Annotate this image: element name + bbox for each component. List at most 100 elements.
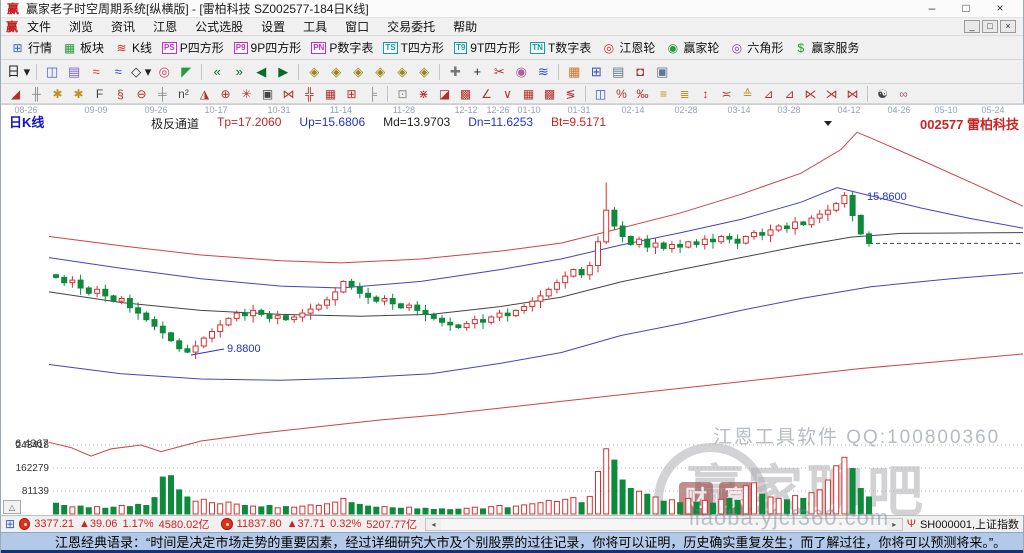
tool-bowtie-icon[interactable]: ⋈ bbox=[842, 86, 863, 102]
menu-item-10[interactable]: 帮助 bbox=[444, 18, 486, 35]
drag-hand-icon[interactable]: ✚ bbox=[444, 62, 466, 81]
gann-wheel-button[interactable]: ◎江恩轮 bbox=[596, 37, 660, 58]
draw-grid-icon[interactable]: ╫ bbox=[26, 86, 47, 102]
scroll-left-button[interactable]: ◂ bbox=[426, 519, 441, 530]
tool-updown-icon[interactable]: ↕ bbox=[695, 86, 716, 102]
infinity-icon[interactable]: ∞ bbox=[893, 86, 914, 102]
draw-angle-icon[interactable]: ◮ bbox=[194, 86, 215, 102]
sectors-button[interactable]: ▦板块 bbox=[57, 37, 109, 58]
t9-square-button[interactable]: T99T四方形 bbox=[449, 37, 525, 58]
tool-levels2-icon[interactable]: ≣ bbox=[674, 86, 695, 102]
notes-icon[interactable]: ▤ bbox=[607, 62, 629, 81]
draw-circle-icon[interactable]: ⊕ bbox=[215, 86, 236, 102]
gann-diamond-5[interactable]: ◈ bbox=[391, 62, 413, 81]
menu-item-5[interactable]: 公式选股 bbox=[186, 18, 252, 35]
cut-icon[interactable]: ✂ bbox=[488, 62, 510, 81]
hexagon-button[interactable]: ◎六角形 bbox=[724, 37, 788, 58]
menu-item-3[interactable]: 资讯 bbox=[102, 18, 144, 35]
draw-square-n2-icon[interactable]: n² bbox=[173, 86, 194, 102]
draw-tick-icon[interactable]: ╞ bbox=[362, 86, 383, 102]
menu-item-1[interactable]: 文件 bbox=[18, 18, 60, 35]
draw-star-icon[interactable]: ✱ bbox=[47, 86, 68, 102]
draw-angle2-icon[interactable]: ∠ bbox=[476, 86, 497, 102]
prev-bar-button[interactable]: ◀ bbox=[250, 62, 272, 81]
menu-item-4[interactable]: 江恩 bbox=[144, 18, 186, 35]
scrollbar-track[interactable] bbox=[441, 519, 887, 530]
calculator-icon[interactable]: ⊞ bbox=[585, 62, 607, 81]
menu-item-9[interactable]: 交易委托 bbox=[378, 18, 444, 35]
draw-wave-icon[interactable]: ⋈ bbox=[278, 86, 299, 102]
draw-hatch-icon[interactable]: ▩ bbox=[455, 86, 476, 102]
gann-diamond-2[interactable]: ◈ bbox=[325, 62, 347, 81]
first-bar-button[interactable]: « bbox=[206, 62, 228, 81]
shanghai-index-quote[interactable]: 3377.21 ▲39.06 1.17% 4580.02亿 bbox=[34, 516, 209, 532]
tool-levels-icon[interactable]: ≡ bbox=[653, 86, 674, 102]
draw-spiral-icon[interactable]: § bbox=[110, 86, 131, 102]
draw-ruler-icon[interactable]: ╪ bbox=[152, 86, 173, 102]
menu-item-7[interactable]: 工具 bbox=[294, 18, 336, 35]
tool-equal-icon[interactable]: ≍ bbox=[716, 86, 737, 102]
draw-cross-icon[interactable]: ╬ bbox=[299, 86, 320, 102]
tool-rtimes-icon[interactable]: ⋊ bbox=[821, 86, 842, 102]
trend-blue-icon[interactable]: ≈ bbox=[107, 62, 129, 81]
menu-item-6[interactable]: 设置 bbox=[252, 18, 294, 35]
winner-service-button[interactable]: $赢家服务 bbox=[788, 37, 864, 58]
p-number-table-button[interactable]: PNP数字表 bbox=[306, 37, 378, 58]
draw-zigzag-icon[interactable]: ≶ bbox=[560, 86, 581, 102]
p9-square-button[interactable]: P99P四方形 bbox=[229, 37, 306, 58]
last-bar-button[interactable]: » bbox=[228, 62, 250, 81]
t-square-button[interactable]: TST四方形 bbox=[378, 37, 449, 58]
yinyang-icon[interactable]: ☯ bbox=[872, 86, 893, 102]
maximize-button[interactable]: □ bbox=[949, 0, 983, 17]
winner-wheel-button[interactable]: ◉赢家轮 bbox=[660, 37, 724, 58]
draw-grid3-icon[interactable]: ⊞ bbox=[341, 86, 362, 102]
mdi-close-button[interactable]: × bbox=[1000, 20, 1016, 33]
paint-flag-icon[interactable]: ◤ bbox=[175, 62, 197, 81]
menu-item-8[interactable]: 窗口 bbox=[336, 18, 378, 35]
mdi-minimize-button[interactable]: _ bbox=[964, 20, 980, 33]
gann-diamond-1[interactable]: ◈ bbox=[303, 62, 325, 81]
draw-grid2-icon[interactable]: ▦ bbox=[320, 86, 341, 102]
calendar-icon[interactable]: ▦ bbox=[563, 62, 585, 81]
trend-red-icon[interactable]: ≈ bbox=[85, 62, 107, 81]
tool-percent-icon[interactable]: % bbox=[611, 86, 632, 102]
gann-diamond-3[interactable]: ◈ bbox=[347, 62, 369, 81]
draw-box-icon[interactable]: ▣ bbox=[257, 86, 278, 102]
kline-chart-canvas[interactable]: 08-2609-0909-2610-1710-3111-1411-2812-12… bbox=[1, 105, 1024, 515]
draw-rays-icon[interactable]: ⋇ bbox=[413, 86, 434, 102]
report-icon[interactable]: ▤ bbox=[63, 62, 85, 81]
view-glasses-icon[interactable]: ◎ bbox=[153, 62, 175, 81]
draw-net-icon[interactable]: ▦ bbox=[518, 86, 539, 102]
draw-panel-icon[interactable]: ⊡ bbox=[392, 86, 413, 102]
collapse-panel-button[interactable]: △ bbox=[3, 500, 21, 514]
horizontal-scrollbar[interactable]: ◂ ▸ bbox=[425, 518, 903, 531]
draw-net2-icon[interactable]: ▩ bbox=[539, 86, 560, 102]
save-icon[interactable]: ◘ bbox=[629, 62, 651, 81]
period-day-dropdown[interactable]: 日 ▾ bbox=[5, 62, 32, 81]
draw-asterisk-icon[interactable]: ✳ bbox=[236, 86, 257, 102]
draw-cycle-icon[interactable]: ⊖ bbox=[131, 86, 152, 102]
shenzhen-index-quote[interactable]: 11837.80 ▲37.71 0.32% 5207.77亿 bbox=[237, 516, 417, 532]
draw-star2-icon[interactable]: ✱ bbox=[68, 86, 89, 102]
bank-icon[interactable]: ≋ bbox=[532, 62, 554, 81]
close-button[interactable]: × bbox=[983, 0, 1017, 17]
p-square-button[interactable]: PSP四方形 bbox=[157, 37, 229, 58]
draw-shade-icon[interactable]: ◪ bbox=[434, 86, 455, 102]
tool-frame-icon[interactable]: ◫ bbox=[590, 86, 611, 102]
tool-hat-icon[interactable]: ≙ bbox=[737, 86, 758, 102]
gann-diamond-4[interactable]: ◈ bbox=[369, 62, 391, 81]
print-icon[interactable]: ▣ bbox=[651, 62, 673, 81]
quote-table-icon[interactable]: ⊞ bbox=[5, 518, 15, 530]
magnify-icon[interactable]: ◉ bbox=[510, 62, 532, 81]
menu-item-2[interactable]: 浏览 bbox=[60, 18, 102, 35]
gann-diamond-6[interactable]: ◈ bbox=[413, 62, 435, 81]
current-index-selector[interactable]: Ψ SH000001,上证指数 bbox=[907, 516, 1019, 532]
minimize-button[interactable]: – bbox=[915, 0, 949, 17]
tool-triangle-icon[interactable]: ⊿ bbox=[758, 86, 779, 102]
tool-ltimes-icon[interactable]: ⋉ bbox=[800, 86, 821, 102]
mdi-restore-button[interactable]: □ bbox=[982, 20, 998, 33]
t-number-table-button[interactable]: TNT数字表 bbox=[525, 37, 596, 58]
draw-fibo-icon[interactable]: F bbox=[89, 86, 110, 102]
crosshair-icon[interactable]: + bbox=[466, 62, 488, 81]
candle-style-dropdown[interactable]: ◇ ▾ bbox=[129, 62, 153, 81]
